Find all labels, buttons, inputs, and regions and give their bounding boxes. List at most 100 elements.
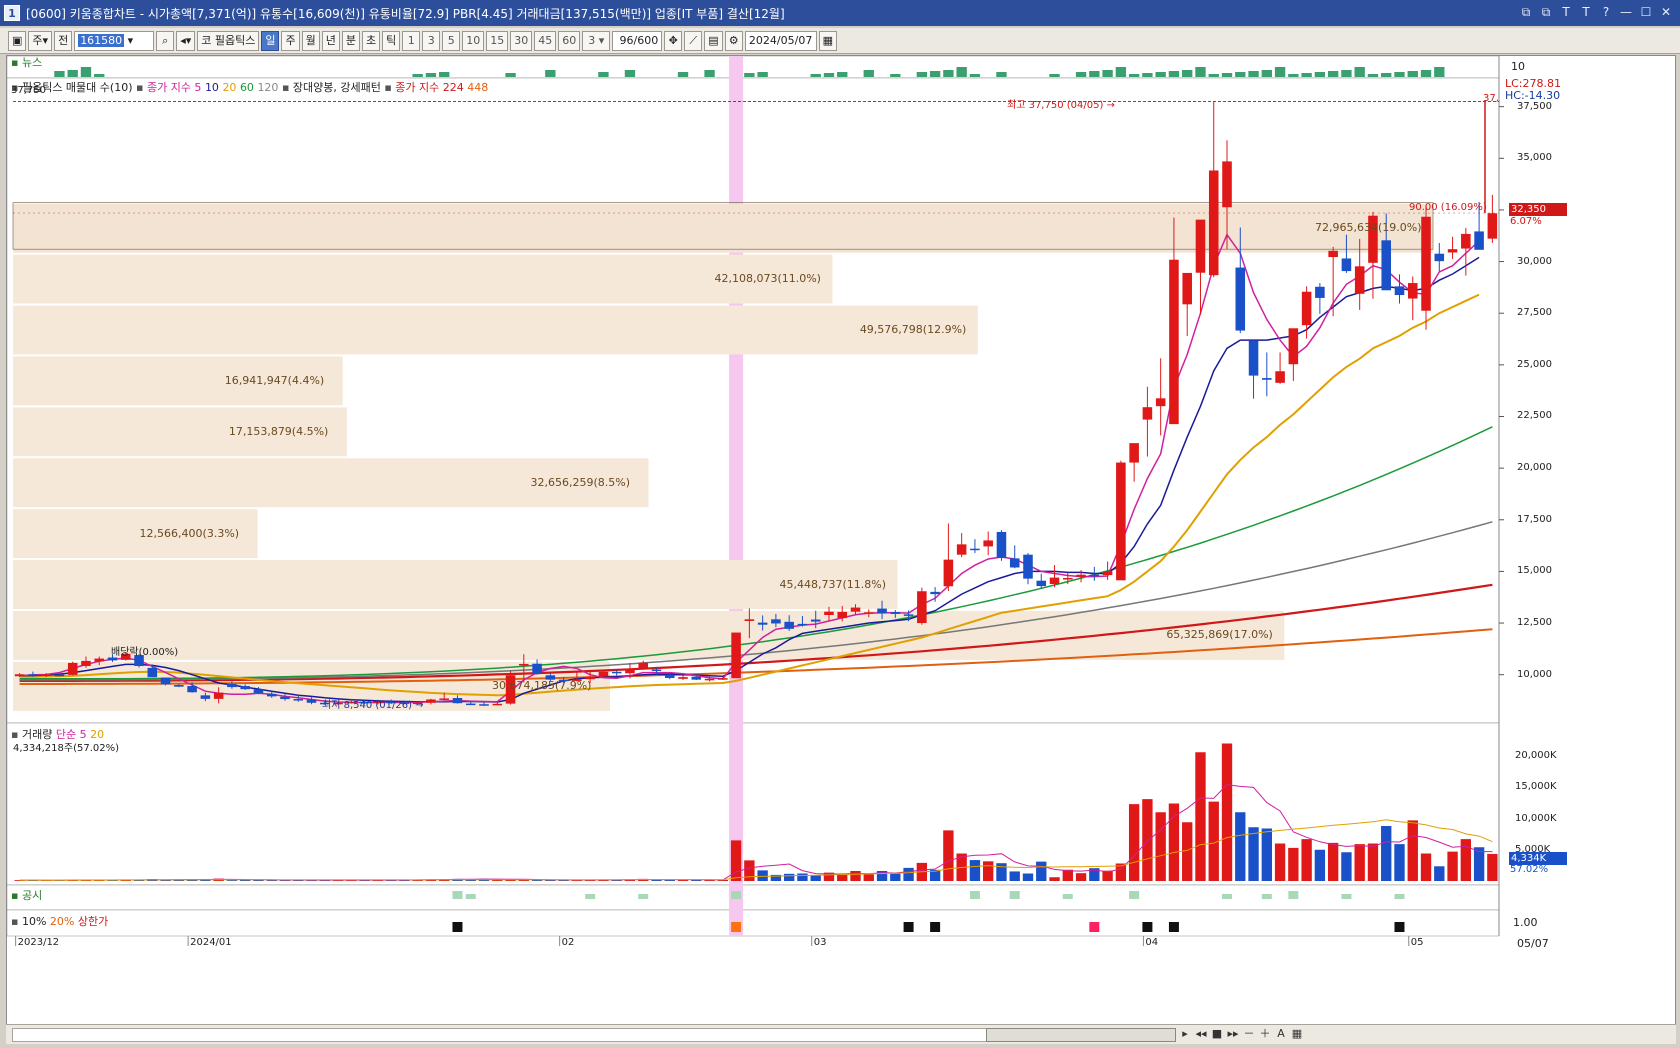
news-bar: [1327, 71, 1339, 77]
volume-bar: [1261, 828, 1272, 881]
candle-body: [1155, 398, 1166, 407]
news-bar: [837, 72, 848, 77]
candle-body: [28, 674, 38, 676]
layout-icon[interactable]: ▣: [8, 30, 27, 51]
forward-icon[interactable]: ▸▸: [1226, 1027, 1240, 1041]
font-size-icon[interactable]: T: [1578, 4, 1594, 20]
limit-marker: [1089, 922, 1100, 932]
candle-body: [917, 591, 927, 624]
speaker-icon[interactable]: ◂▾: [176, 30, 196, 51]
save-icon[interactable]: ▤: [704, 30, 723, 51]
period-day[interactable]: 일: [261, 30, 280, 51]
scrollbar-thumb[interactable]: [986, 1028, 1176, 1042]
news-bar: [1248, 71, 1259, 77]
copy-window-icon[interactable]: ⧉: [1538, 4, 1554, 20]
rewind-icon[interactable]: ◂◂: [1194, 1027, 1208, 1041]
volume-bar: [1168, 803, 1180, 881]
disclosure-marker: [731, 891, 742, 899]
interval-input[interactable]: 3 ▾: [582, 30, 611, 51]
candle-body: [519, 663, 529, 666]
highlight-band: [729, 56, 744, 936]
news-bar: [929, 71, 941, 77]
draw-tool-icon[interactable]: ⟋: [684, 30, 703, 51]
pin-icon[interactable]: T: [1558, 4, 1574, 20]
candle-body: [744, 619, 755, 621]
news-bar: [863, 70, 874, 77]
period-tick[interactable]: 틱: [382, 30, 401, 51]
news-bar: [425, 73, 437, 77]
period-year[interactable]: 년: [321, 30, 340, 51]
prev-button[interactable]: 전: [54, 30, 73, 51]
disclosure-marker: [638, 894, 649, 899]
search-icon[interactable]: ⌕: [156, 30, 175, 51]
count-input[interactable]: 96/600: [612, 30, 663, 51]
minimize-button[interactable]: —: [1618, 4, 1634, 20]
volume-bar: [1447, 851, 1458, 881]
stop-icon[interactable]: ■: [1210, 1027, 1224, 1041]
stock-code-input[interactable]: 161580 ▾: [74, 30, 155, 51]
period-month[interactable]: 월: [301, 30, 320, 51]
period-second[interactable]: 초: [361, 30, 381, 51]
close-button[interactable]: ✕: [1658, 4, 1674, 20]
maximize-button[interactable]: ☐: [1638, 4, 1654, 20]
help-icon[interactable]: ?: [1598, 4, 1614, 20]
disclosure-marker: [1062, 894, 1073, 899]
date-input[interactable]: 2024/05/07: [744, 30, 817, 51]
text-tool-icon[interactable]: A: [1274, 1027, 1288, 1041]
candle-body: [1288, 328, 1299, 365]
volume-bar: [1155, 812, 1166, 881]
period-minute[interactable]: 분: [341, 30, 360, 51]
interval-60[interactable]: 60: [558, 30, 581, 51]
volume-bar: [996, 863, 1007, 881]
interval-5[interactable]: 5: [442, 30, 461, 51]
news-bar: [1089, 71, 1100, 77]
candle-body: [1009, 558, 1020, 568]
volume-bar: [1314, 849, 1326, 881]
candle-body: [266, 693, 277, 697]
candle-body: [691, 676, 702, 680]
dividend-label: 배당락(0.00%): [111, 647, 179, 658]
news-bar: [54, 71, 65, 77]
volume-profile-bar: [13, 560, 898, 610]
news-bar: [598, 72, 609, 77]
top-left-price: 37,750: [11, 85, 46, 96]
candle-body: [970, 548, 980, 551]
interval-1[interactable]: 1: [402, 30, 421, 51]
candle-body: [943, 559, 954, 587]
volume-bar: [903, 867, 914, 881]
volume-bar: [1062, 869, 1073, 881]
candle-body: [174, 685, 184, 687]
interval-45[interactable]: 45: [534, 30, 557, 51]
interval-30[interactable]: 30: [510, 30, 533, 51]
volume-bar: [1195, 752, 1206, 881]
link-window-icon[interactable]: ⧉: [1518, 4, 1534, 20]
zoom-in-icon[interactable]: ＋: [1258, 1027, 1272, 1041]
candle-body: [1102, 571, 1113, 576]
interval-3[interactable]: 3: [422, 30, 441, 51]
stock-name[interactable]: 코 필옵틱스: [197, 30, 260, 51]
interval-15[interactable]: 15: [486, 30, 509, 51]
volume-bar: [850, 871, 861, 881]
zoom-out-icon[interactable]: －: [1242, 1027, 1256, 1041]
low-price-label: 최저 8,540 (01/26) →: [322, 700, 424, 711]
news-bar: [1155, 72, 1166, 77]
crosshair-icon[interactable]: ✥: [664, 30, 683, 51]
news-bar: [704, 70, 715, 77]
limit-upper-legend: 상한가: [77, 915, 109, 928]
interval-10[interactable]: 10: [462, 30, 485, 51]
play-icon[interactable]: ▸: [1178, 1027, 1192, 1041]
period-week[interactable]: 주: [281, 30, 300, 51]
limit-marker: [452, 922, 463, 932]
grid-icon[interactable]: ▦: [1290, 1027, 1304, 1041]
news-bar: [1049, 74, 1060, 77]
volume-bar: [1036, 861, 1047, 881]
limit-marker: [1142, 922, 1153, 932]
chart-area[interactable]: ▪ 뉴스 10 ▪ 필옵틱스 매물대 수(10) ▪ 종가 지수 5 10 20…: [6, 55, 1676, 1025]
market-select[interactable]: 주▾: [28, 30, 53, 51]
calendar-icon[interactable]: ▦: [818, 30, 838, 51]
candle-body: [187, 686, 197, 693]
volume-bar: [983, 861, 994, 881]
news-bar: [1407, 71, 1418, 77]
volume-bar: [1434, 866, 1445, 881]
settings-icon[interactable]: ⚙: [724, 30, 743, 51]
